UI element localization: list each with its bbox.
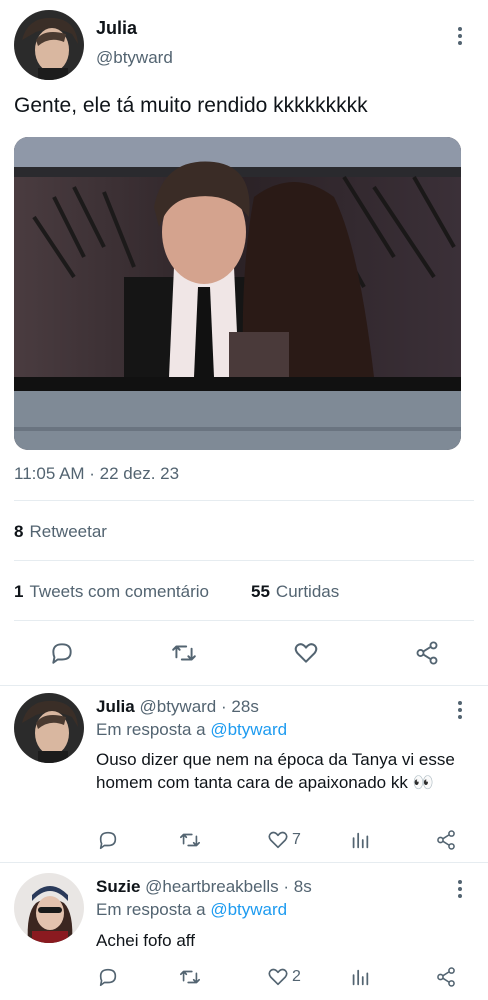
like-button[interactable]: 2 [264,963,304,991]
divider [0,685,488,686]
reply-context: Em resposta a @btyward [96,900,287,920]
tweet-timestamp[interactable]: 11:05 AM · 22 dez. 23 [14,464,179,484]
share-icon[interactable] [432,826,460,854]
more-vertical-icon[interactable] [452,877,468,901]
reply-text: Ouso dizer que nem na época da Tanya vi … [96,750,455,792]
divider [14,560,474,561]
heart-icon[interactable] [290,638,322,668]
likes-count: 55 [251,582,270,601]
author-handle[interactable]: @btyward [96,48,173,68]
separator: · [283,877,290,896]
tweet-text: Gente, ele tá muito rendido kkkkkkkkk [14,94,368,117]
retweet-icon[interactable] [176,963,204,991]
analytics-icon[interactable] [346,963,374,991]
likes-label: Curtidas [275,582,340,601]
reply-author-handle[interactable]: @btyward [139,697,216,716]
reply-context: Em resposta a @btyward [96,720,287,740]
retweets-label: Retweetar [29,522,107,541]
reply-to-handle[interactable]: @btyward [210,900,287,919]
like-button[interactable]: 7 [264,826,304,854]
retweets-stat[interactable]: 8 Retweetar [14,522,107,542]
reply-text: Achei fofo aff [96,931,195,950]
reply-time[interactable]: 28s [231,697,258,716]
reply-icon[interactable] [94,826,122,854]
author-avatar[interactable] [14,10,84,80]
reply-avatar[interactable] [14,873,84,943]
heart-icon [268,831,288,849]
reply-header: Julia @btyward · 28s [96,697,259,717]
reply-author-name[interactable]: Suzie [96,877,140,896]
divider [14,500,474,501]
reply-author-handle[interactable]: @heartbreakbells [145,877,279,896]
divider [14,620,474,621]
more-vertical-icon[interactable] [452,698,468,722]
reply-prefix: Em resposta a [96,720,206,739]
analytics-icon[interactable] [346,826,374,854]
divider [0,862,488,863]
retweets-count: 8 [14,522,24,541]
heart-icon [268,968,288,986]
like-count: 2 [292,968,301,985]
more-vertical-icon[interactable] [452,24,468,48]
reply-icon[interactable] [94,963,122,991]
reply-time[interactable]: 8s [294,877,312,896]
retweet-icon[interactable] [176,826,204,854]
quotes-stat[interactable]: 1 Tweets com comentário [14,582,209,602]
reply-icon[interactable] [46,638,78,668]
reply-author-name[interactable]: Julia [96,697,135,716]
quotes-label: Tweets com comentário [29,582,209,601]
share-icon[interactable] [432,963,460,991]
tweet-photo[interactable] [14,137,461,450]
quotes-count: 1 [14,582,24,601]
reply-prefix: Em resposta a [96,900,206,919]
like-count: 7 [292,831,301,848]
reply-header: Suzie @heartbreakbells · 8s [96,877,312,897]
retweet-icon[interactable] [168,638,200,668]
share-icon[interactable] [411,638,443,668]
author-name[interactable]: Julia [96,18,137,39]
likes-stat[interactable]: 55 Curtidas [251,582,339,602]
reply-avatar[interactable] [14,693,84,763]
separator: · [221,697,227,716]
reply-to-handle[interactable]: @btyward [210,720,287,739]
